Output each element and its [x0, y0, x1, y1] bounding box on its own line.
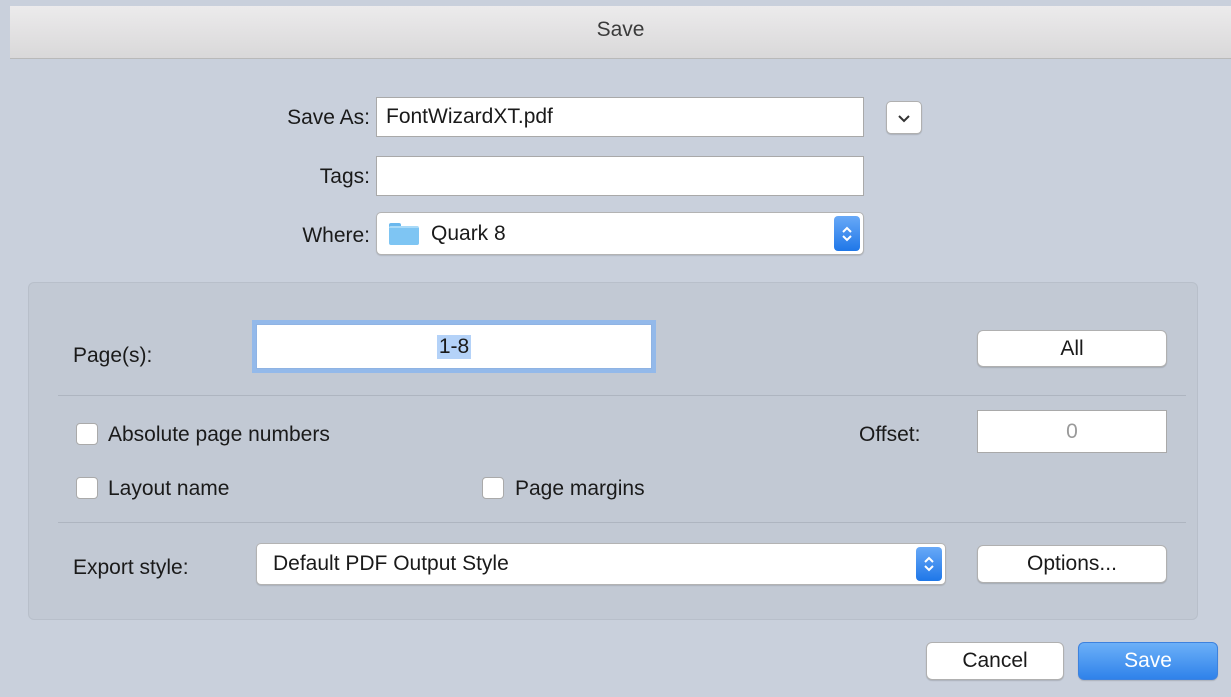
- page-margins-label: Page margins: [515, 477, 645, 500]
- separator: [58, 522, 1186, 523]
- save-dialog: Save Save As: FontWizardXT.pdf Tags: Whe…: [0, 0, 1231, 697]
- tags-field[interactable]: [376, 156, 864, 196]
- dialog-title: Save: [596, 18, 645, 41]
- page-margins-checkbox[interactable]: [482, 477, 504, 499]
- pages-field[interactable]: 1-8: [256, 324, 652, 369]
- save-button[interactable]: Save: [1078, 642, 1218, 680]
- tags-label: Tags:: [319, 165, 370, 188]
- offset-value: 0: [1066, 419, 1078, 443]
- absolute-page-numbers-label: Absolute page numbers: [108, 423, 330, 446]
- save-as-label: Save As:: [287, 106, 370, 129]
- pages-value: 1-8: [436, 334, 472, 359]
- folder-icon: [389, 222, 419, 245]
- export-style-value: Default PDF Output Style: [273, 552, 509, 575]
- offset-label: Offset:: [859, 423, 921, 446]
- where-popup[interactable]: Quark 8: [376, 212, 864, 255]
- absolute-page-numbers-checkbox[interactable]: [76, 423, 98, 445]
- where-label: Where:: [302, 224, 370, 247]
- popup-arrows-icon: [834, 216, 860, 251]
- where-value: Quark 8: [431, 221, 506, 245]
- popup-arrows-icon: [916, 547, 942, 581]
- separator: [58, 395, 1186, 396]
- title-bar: Save: [10, 6, 1231, 59]
- options-button[interactable]: Options...: [977, 545, 1167, 583]
- export-style-popup[interactable]: Default PDF Output Style: [256, 543, 946, 585]
- export-style-label: Export style:: [73, 556, 189, 579]
- all-pages-button[interactable]: All: [977, 330, 1167, 367]
- expand-button[interactable]: [886, 101, 922, 134]
- save-as-value: FontWizardXT.pdf: [386, 105, 553, 128]
- layout-name-label: Layout name: [108, 477, 230, 500]
- offset-field[interactable]: 0: [977, 410, 1167, 453]
- save-as-field[interactable]: FontWizardXT.pdf: [376, 97, 864, 137]
- layout-name-checkbox[interactable]: [76, 477, 98, 499]
- pages-label: Page(s):: [73, 344, 153, 367]
- cancel-button[interactable]: Cancel: [926, 642, 1064, 680]
- chevron-down-icon: [898, 114, 910, 122]
